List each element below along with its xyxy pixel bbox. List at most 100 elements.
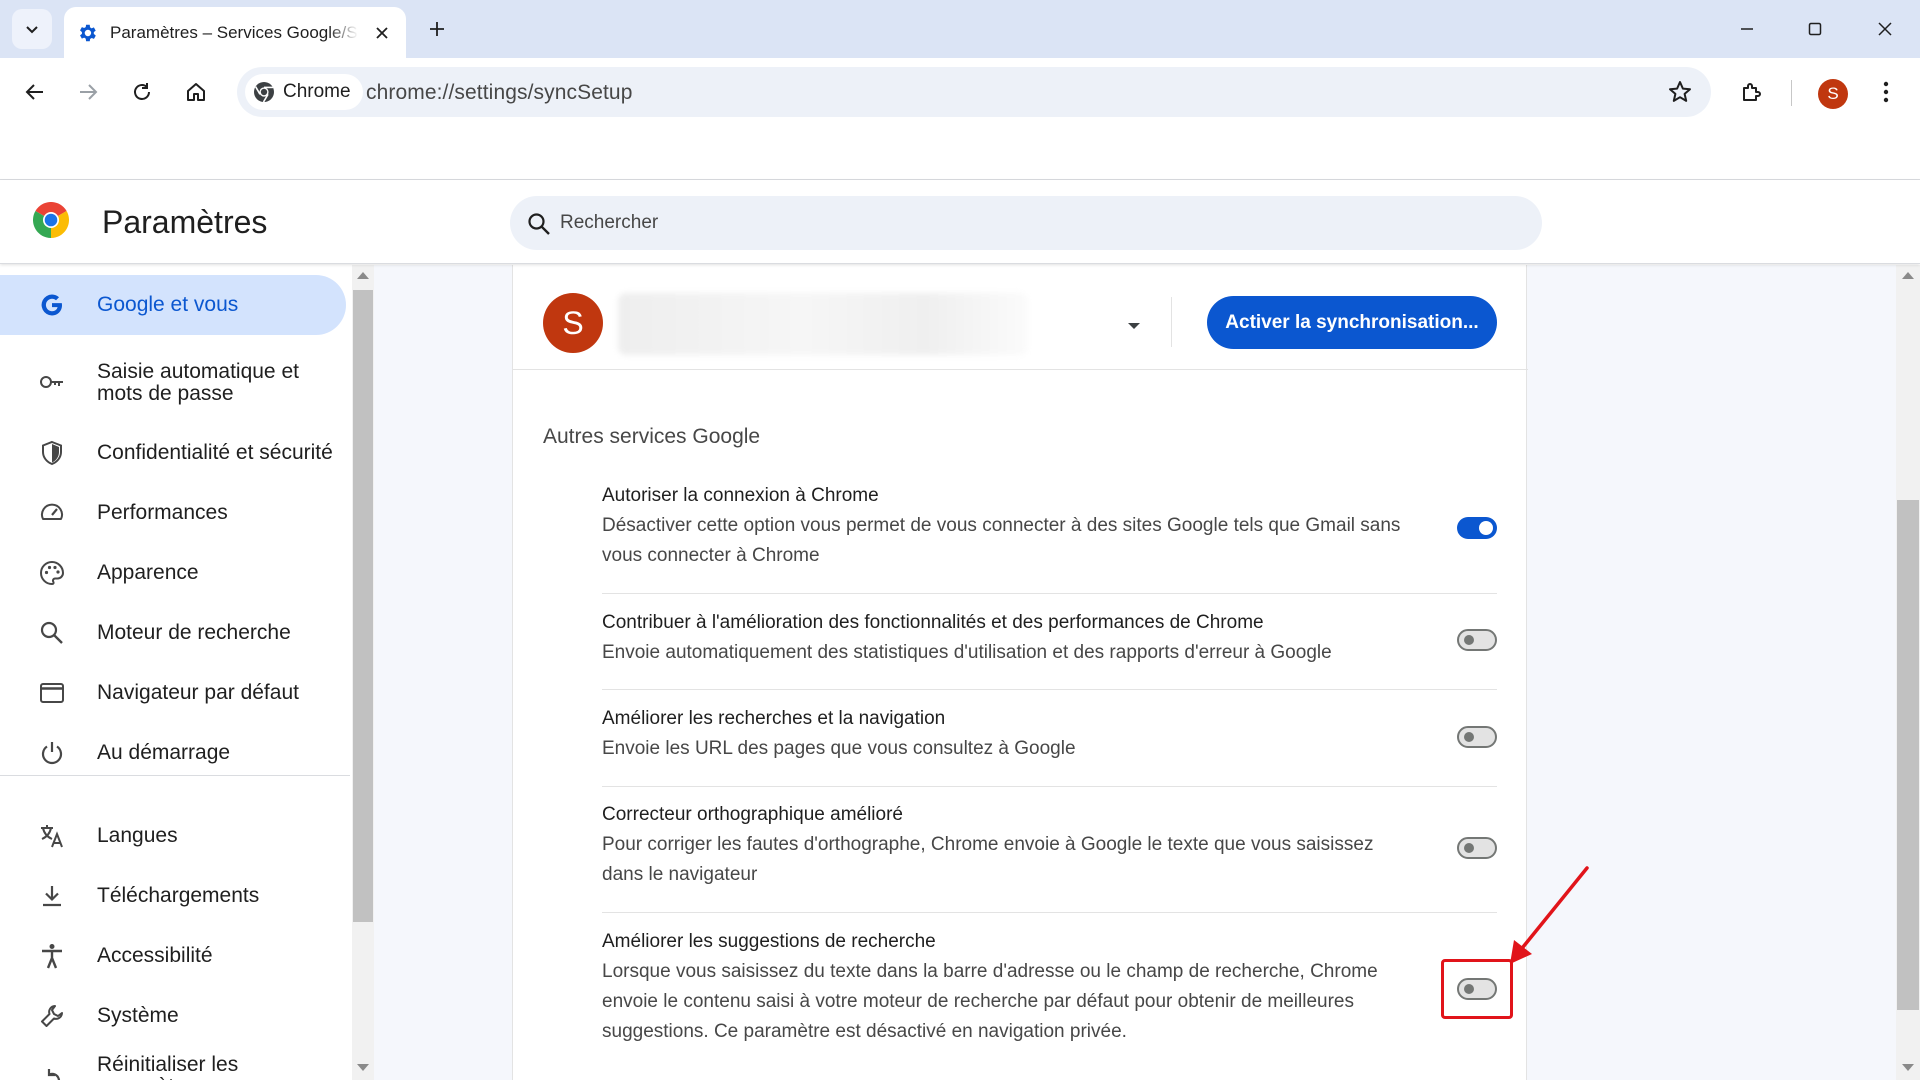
setting-row-url-collection: Améliorer les recherches et la navigatio… bbox=[602, 704, 1497, 764]
sidebar-item-downloads[interactable]: Téléchargements bbox=[0, 868, 346, 924]
sidebar-item-startup[interactable]: Au démarrage bbox=[0, 725, 346, 781]
profile-row: S Activer la synchronisation... bbox=[513, 265, 1528, 370]
row-divider bbox=[602, 786, 1497, 787]
settings-header: Paramètres bbox=[0, 180, 1920, 264]
chrome-logo-icon bbox=[33, 202, 69, 238]
sidebar-item-default-browser[interactable]: Navigateur par défaut bbox=[0, 665, 346, 721]
new-tab-button[interactable] bbox=[422, 14, 452, 44]
search-input[interactable] bbox=[560, 196, 1520, 250]
plus-icon bbox=[430, 22, 444, 36]
home-button[interactable] bbox=[176, 72, 216, 112]
sidebar-item-performance[interactable]: Performances bbox=[0, 485, 346, 541]
setting-description: Lorsque vous saisissez du texte dans la … bbox=[602, 961, 1378, 1042]
profile-avatar-button[interactable]: S bbox=[1818, 79, 1848, 109]
sidebar-scrollbar-thumb[interactable] bbox=[353, 290, 373, 922]
sidebar-item-google[interactable]: Google et vous bbox=[0, 275, 346, 335]
sidebar-item-autofill[interactable]: Saisie automatique et mots de passe bbox=[0, 347, 346, 417]
browser-toolbar: Chrome chrome://settings/syncSetup S bbox=[0, 58, 1920, 126]
setting-row-spellcheck: Correcteur orthographique amélioré Pour … bbox=[602, 800, 1497, 890]
site-chip-label: Chrome bbox=[283, 81, 351, 102]
maximize-button[interactable] bbox=[1792, 9, 1838, 49]
minimize-button[interactable] bbox=[1724, 9, 1770, 49]
shield-icon bbox=[42, 440, 62, 466]
toolbar-spacer bbox=[0, 126, 1920, 180]
search-icon bbox=[528, 213, 550, 235]
sidebar-item-label: Confidentialité et sécurité bbox=[97, 441, 333, 464]
sidebar-item-appearance[interactable]: Apparence bbox=[0, 545, 346, 601]
forward-button[interactable] bbox=[68, 72, 108, 112]
home-icon bbox=[187, 83, 205, 101]
toggle-knob bbox=[1464, 732, 1474, 742]
sidebar-divider bbox=[0, 775, 350, 776]
sidebar-item-label: Accessibilité bbox=[97, 944, 213, 967]
forward-icon bbox=[80, 84, 98, 100]
sidebar-item-privacy[interactable]: Confidentialité et sécurité bbox=[0, 425, 346, 481]
setting-description: Désactiver cette option vous permet de v… bbox=[602, 515, 1401, 566]
setting-title: Améliorer les suggestions de recherche bbox=[602, 931, 936, 952]
page-scroll-down-icon[interactable] bbox=[1902, 1064, 1914, 1071]
setting-title: Autoriser la connexion à Chrome bbox=[602, 485, 879, 506]
close-icon bbox=[1878, 22, 1892, 36]
tab-search-icon bbox=[26, 26, 38, 34]
url-text[interactable]: chrome://settings/syncSetup bbox=[366, 81, 633, 105]
star-icon[interactable] bbox=[1667, 79, 1693, 105]
sidebar-item-label: Apparence bbox=[97, 561, 199, 584]
tab-title: Paramètres – Services Google/Synchronisa… bbox=[110, 22, 358, 42]
url-collection-toggle[interactable] bbox=[1457, 726, 1497, 748]
close-window-button[interactable] bbox=[1862, 9, 1908, 49]
annotation-arrow-icon bbox=[1510, 866, 1589, 964]
search-icon bbox=[40, 621, 63, 644]
sidebar-item-label: Moteur de recherche bbox=[97, 621, 291, 644]
sidebar-item-languages[interactable]: Langues bbox=[0, 808, 346, 864]
setting-description: Envoie les URL des pages que vous consul… bbox=[602, 738, 1076, 759]
sidebar-item-label: Performances bbox=[97, 501, 228, 524]
usage-stats-toggle[interactable] bbox=[1457, 629, 1497, 651]
speedometer-icon bbox=[41, 503, 63, 520]
reload-button[interactable] bbox=[122, 72, 162, 112]
download-icon bbox=[43, 886, 61, 907]
row-divider bbox=[602, 912, 1497, 913]
turn-on-sync-button[interactable]: Activer la synchronisation... bbox=[1207, 296, 1497, 349]
address-bar[interactable]: Chrome chrome://settings/syncSetup bbox=[237, 67, 1711, 117]
reload-icon bbox=[134, 83, 150, 100]
extensions-button[interactable] bbox=[1732, 72, 1772, 112]
sidebar-item-search-engine[interactable]: Moteur de recherche bbox=[0, 605, 346, 661]
tab-close-button[interactable] bbox=[372, 23, 392, 43]
site-info-chip[interactable]: Chrome bbox=[245, 74, 363, 110]
maximize-icon bbox=[1808, 22, 1822, 36]
palette-icon bbox=[40, 560, 65, 586]
sidebar-item-label: Réinitialiser les paramètres bbox=[97, 1053, 239, 1080]
google-g-icon bbox=[41, 294, 62, 316]
browser-menu-button[interactable] bbox=[1866, 72, 1906, 112]
sidebar-scroll-down-icon[interactable] bbox=[357, 1064, 369, 1071]
key-icon bbox=[40, 376, 63, 388]
active-tab[interactable]: Paramètres – Services Google/Synchronisa… bbox=[64, 7, 406, 58]
sidebar-item-label: Navigateur par défaut bbox=[97, 681, 299, 704]
sidebar-item-reset[interactable]: Réinitialiser les paramètres bbox=[0, 1043, 346, 1080]
sidebar-item-system[interactable]: Système bbox=[0, 988, 346, 1044]
sidebar-scroll-up-icon[interactable] bbox=[357, 272, 369, 279]
minimize-icon bbox=[1741, 28, 1753, 30]
extensions-icon bbox=[1743, 83, 1761, 101]
sidebar-item-label: Système bbox=[97, 1004, 179, 1027]
blurred-account-name bbox=[618, 293, 1028, 355]
settings-search[interactable] bbox=[510, 196, 1542, 250]
wrench-icon bbox=[41, 1005, 63, 1027]
profile-separator bbox=[1171, 297, 1172, 347]
spellcheck-toggle[interactable] bbox=[1457, 837, 1497, 859]
setting-row-usage-stats: Contribuer à l'amélioration des fonction… bbox=[602, 608, 1497, 668]
setting-title: Contribuer à l'amélioration des fonction… bbox=[602, 612, 1264, 633]
sidebar-item-label: Téléchargements bbox=[97, 884, 260, 907]
back-button[interactable] bbox=[15, 72, 55, 112]
translate-icon bbox=[41, 825, 63, 848]
page-scrollbar-thumb[interactable] bbox=[1897, 500, 1919, 1010]
chevron-down-icon[interactable] bbox=[1125, 317, 1143, 335]
page-scroll-up-icon[interactable] bbox=[1902, 272, 1914, 279]
allow-signin-toggle[interactable] bbox=[1457, 517, 1497, 539]
tab-search-button[interactable] bbox=[12, 9, 52, 49]
accessibility-icon bbox=[42, 944, 62, 969]
setting-description: Pour corriger les fautes d'orthographe, … bbox=[602, 834, 1374, 885]
sidebar-item-accessibility[interactable]: Accessibilité bbox=[0, 928, 346, 984]
sidebar-item-label: Au démarrage bbox=[97, 741, 231, 764]
settings-card: S Activer la synchronisation... Autres s… bbox=[512, 265, 1528, 1080]
